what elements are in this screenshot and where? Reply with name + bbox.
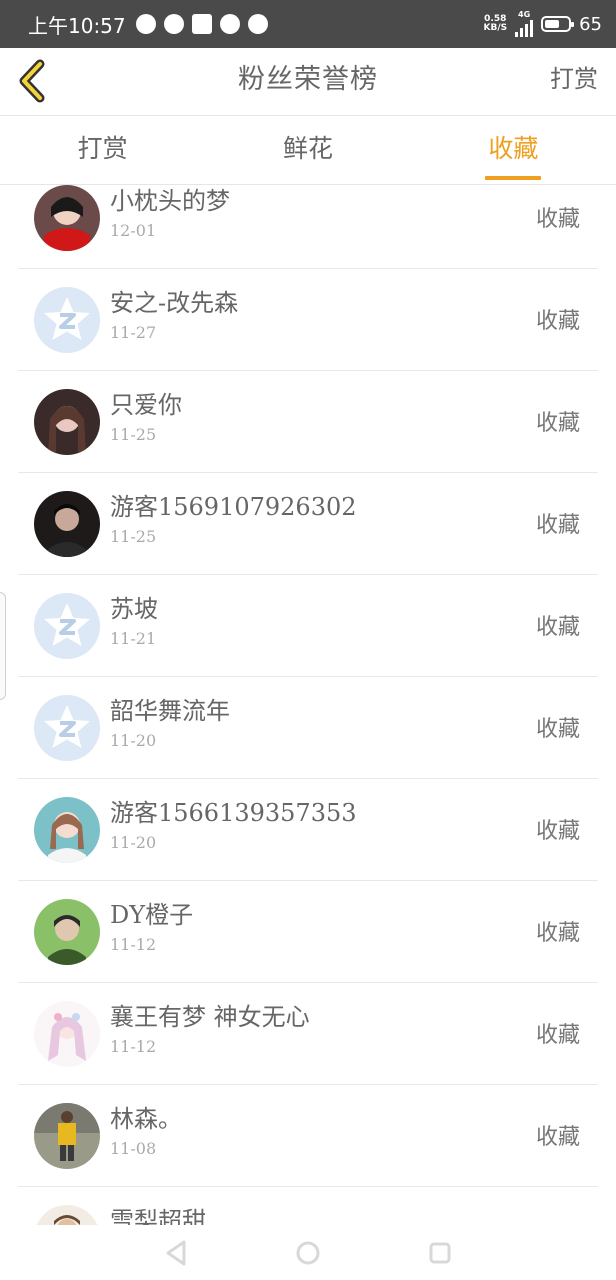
avatar-image	[34, 593, 100, 659]
avatar[interactable]	[34, 185, 100, 251]
list-item[interactable]: 襄王有梦 神女无心 11-12 收藏	[18, 983, 598, 1085]
page-title: 粉丝荣誉榜	[238, 64, 378, 95]
avatar-image	[34, 1205, 100, 1225]
avatar-image	[34, 491, 100, 557]
favorite-tag: 收藏	[535, 921, 580, 946]
app-bird-icon	[247, 14, 268, 34]
circle-home-icon	[296, 1241, 320, 1264]
list-item[interactable]: 小枕头的梦 12-01 收藏	[18, 185, 598, 269]
avatar[interactable]	[34, 695, 100, 761]
battery-level: 65	[579, 13, 602, 35]
favorite-tag: 收藏	[535, 1023, 580, 1048]
list-item[interactable]: DY橙子 11-12 收藏	[18, 881, 598, 983]
square-recent-icon	[429, 1242, 451, 1263]
avatar[interactable]	[34, 1103, 100, 1169]
signal-icon	[515, 19, 534, 37]
fan-list[interactable]: 小枕头的梦 12-01 收藏 安之-改先森 11-27 收藏 只爱你 11-25 收藏 游客156…	[0, 185, 616, 1225]
avatar-image	[34, 185, 100, 251]
user-name: 游客1569107926302	[110, 493, 357, 521]
user-name: DY橙子	[110, 901, 194, 929]
triangle-back-icon	[166, 1240, 186, 1265]
list-item[interactable]: 林森。 11-08 收藏	[18, 1085, 598, 1187]
list-item[interactable]: 游客1566139357353 11-20 收藏	[18, 779, 598, 881]
date-label: 11-25	[110, 527, 157, 546]
date-label: 11-12	[110, 1037, 157, 1056]
network-block: 4G	[515, 10, 534, 37]
user-name: 游客1566139357353	[110, 799, 357, 827]
avatar[interactable]	[34, 1001, 100, 1067]
list-item[interactable]: 只爱你 11-25 收藏	[18, 371, 598, 473]
favorite-tag: 收藏	[535, 1125, 580, 1150]
network-type: 4G	[518, 10, 531, 19]
status-bar: 上午10:57 0.58 KB/S 4G 65	[0, 0, 616, 48]
nav-home-button[interactable]	[290, 1235, 326, 1271]
date-label: 11-20	[110, 833, 157, 852]
avatar[interactable]	[34, 899, 100, 965]
favorite-tag: 收藏	[535, 309, 580, 334]
system-nav-bar	[0, 1225, 616, 1280]
wechat-icon	[163, 14, 184, 34]
list-item[interactable]: 韶华舞流年 11-20 收藏	[18, 677, 598, 779]
user-name: 襄王有梦 神女无心	[110, 1003, 310, 1031]
date-label: 11-12	[110, 935, 157, 954]
user-name: 小枕头的梦	[110, 187, 230, 215]
tab-flowers[interactable]: 鲜花	[205, 117, 410, 184]
tab-reward[interactable]: 打赏	[0, 117, 205, 184]
avatar-image	[34, 797, 100, 863]
avatar[interactable]	[34, 797, 100, 863]
app-drop-icon	[219, 14, 240, 34]
avatar[interactable]	[34, 389, 100, 455]
avatar-image	[34, 899, 100, 965]
net-speed: 0.58 KB/S	[483, 15, 507, 33]
notification-icons	[135, 14, 268, 34]
user-name: 韶华舞流年	[110, 697, 230, 725]
user-name: 安之-改先森	[110, 289, 239, 317]
user-name: 雪梨超甜	[110, 1207, 206, 1225]
date-label: 11-08	[110, 1139, 157, 1158]
user-name: 林森。	[110, 1105, 182, 1133]
date-label: 11-21	[110, 629, 157, 648]
nav-back-button[interactable]	[158, 1235, 194, 1271]
avatar-image	[34, 695, 100, 761]
chat-bubble-icon	[135, 14, 156, 34]
tab-favorites[interactable]: 收藏	[411, 117, 616, 184]
date-label: 11-27	[110, 323, 157, 342]
list-icon	[191, 14, 212, 34]
avatar-image	[34, 389, 100, 455]
tab-bar: 打赏 鲜花 收藏	[0, 117, 616, 185]
nav-recent-button[interactable]	[422, 1235, 458, 1271]
avatar-image	[34, 1001, 100, 1067]
favorite-tag: 收藏	[535, 819, 580, 844]
status-time: 上午10:57	[28, 13, 126, 38]
battery-icon	[541, 16, 575, 32]
list-item[interactable]: 游客1569107926302 11-25 收藏	[18, 473, 598, 575]
list-item[interactable]: 苏坡 11-21 收藏	[18, 575, 598, 677]
date-label: 11-20	[110, 731, 157, 750]
avatar[interactable]	[34, 593, 100, 659]
reward-action-button[interactable]: 打赏	[550, 48, 598, 110]
avatar[interactable]	[34, 491, 100, 557]
avatar[interactable]	[34, 287, 100, 353]
list-item[interactable]: 安之-改先森 11-27 收藏	[18, 269, 598, 371]
header: 粉丝荣誉榜 打赏	[0, 48, 616, 116]
favorite-tag: 收藏	[535, 411, 580, 436]
favorite-tag: 收藏	[535, 717, 580, 742]
favorite-tag: 收藏	[535, 615, 580, 640]
avatar-image	[34, 1103, 100, 1169]
net-speed-unit: KB/S	[483, 23, 508, 33]
list-item[interactable]: 雪梨超甜收藏	[18, 1187, 598, 1225]
avatar[interactable]	[34, 1205, 100, 1225]
avatar-image	[34, 287, 100, 353]
favorite-tag: 收藏	[535, 513, 580, 538]
date-label: 11-25	[110, 425, 157, 444]
status-right: 0.58 KB/S 4G 65	[483, 11, 602, 37]
user-name: 苏坡	[110, 595, 158, 623]
user-name: 只爱你	[110, 391, 182, 419]
side-drawer-handle[interactable]	[0, 592, 6, 700]
date-label: 12-01	[110, 221, 157, 240]
favorite-tag: 收藏	[535, 207, 580, 232]
